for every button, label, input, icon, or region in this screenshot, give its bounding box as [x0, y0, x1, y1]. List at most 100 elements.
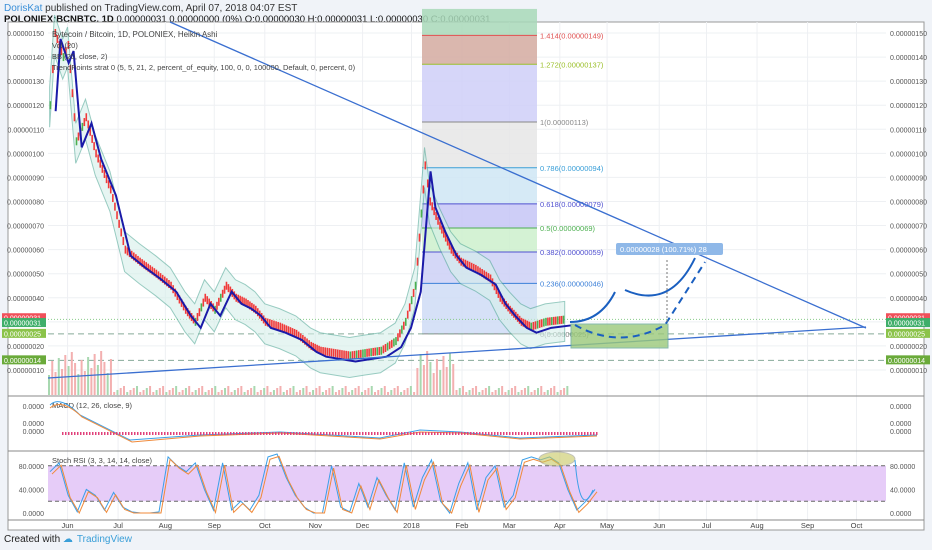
volume-bar: [357, 386, 360, 395]
volume-bar: [152, 392, 155, 395]
volume-bar: [188, 386, 191, 395]
volume-bar: [116, 390, 119, 395]
heikin-ashi-candle: [116, 211, 118, 220]
heikin-ashi-candle: [549, 317, 551, 326]
macd-histogram-bar: [461, 432, 463, 435]
macd-histogram-bar: [197, 432, 199, 435]
price-tick-left: 0.00000110: [8, 127, 45, 134]
volume-bar: [393, 388, 396, 395]
volume-bar: [507, 390, 510, 395]
heikin-ashi-candle: [431, 202, 433, 211]
macd-histogram-bar: [497, 432, 499, 435]
heikin-ashi-candle: [532, 321, 535, 330]
chart-canvas[interactable]: 0.00000150 0.00000150 0.00000140 0.00000140…: [0, 0, 932, 550]
tradingview-link[interactable]: TradingView: [77, 534, 132, 545]
volume-bar: [308, 392, 311, 395]
volume-bar: [77, 374, 80, 395]
heikin-ashi-candle: [543, 318, 545, 327]
heikin-ashi-candle: [271, 319, 273, 328]
macd-histogram-bar: [185, 432, 187, 435]
volume-bar: [318, 386, 321, 395]
macd-histogram-bar: [512, 432, 514, 435]
price-tick-left: 0.00000140: [7, 55, 44, 62]
heikin-ashi-candle: [418, 233, 421, 242]
volume-bar: [217, 392, 220, 395]
heikin-ashi-candle: [397, 333, 399, 342]
price-tick-right: 0.00000110: [890, 127, 927, 134]
fib-zone: [422, 122, 537, 168]
price-tick-left: 0.00000070: [7, 224, 44, 231]
macd-histogram-bar: [395, 432, 397, 435]
footer: Created with ☁ TradingView: [4, 534, 132, 545]
macd-histogram-bar: [332, 432, 334, 435]
macd-histogram-bar: [167, 432, 169, 435]
x-tick-label: Sep: [801, 521, 814, 530]
price-tick-left: 0.00000100: [7, 151, 44, 158]
macd-histogram-bar: [428, 432, 430, 435]
measure-label: 0.00000028 (100.71%) 28: [620, 245, 707, 254]
volume-bar: [132, 388, 135, 395]
chart-title: Bytecoin / Bitcoin, 1D, POLONIEX, Heikin…: [52, 30, 218, 39]
macd-histogram-bar: [212, 432, 214, 435]
macd-histogram-bar: [233, 432, 235, 435]
macd-histogram-bar: [200, 432, 202, 435]
heikin-ashi-candle: [95, 149, 97, 158]
macd-histogram-bar: [305, 432, 307, 435]
macd-histogram-bar: [71, 432, 73, 435]
macd-histogram-bar: [311, 432, 313, 435]
macd-histogram-bar: [464, 432, 466, 435]
macd-histogram-bar: [347, 432, 349, 435]
macd-histogram-bar: [98, 432, 100, 435]
macd-histogram-bar: [149, 432, 151, 435]
fib-level-label: 1(0.00000113): [540, 118, 589, 127]
heikin-ashi-candle: [556, 316, 559, 325]
volume-bar: [122, 386, 125, 395]
macd-histogram-bar: [521, 432, 523, 435]
macd-histogram-bar: [548, 432, 550, 435]
heikin-ashi-candle: [399, 329, 401, 338]
heikin-ashi-candle: [112, 194, 114, 203]
heikin-ashi-candle: [97, 154, 99, 163]
volume-bar: [462, 386, 465, 395]
heikin-ashi-candle: [401, 325, 403, 334]
macd-histogram-bar: [353, 432, 355, 435]
price-badge-label: 0.00000014: [4, 358, 41, 365]
macd-histogram-bar: [131, 432, 133, 435]
heikin-ashi-candle: [349, 351, 352, 360]
volume-bar: [240, 386, 243, 395]
heikin-ashi-candle: [124, 245, 127, 254]
volume-bar: [409, 386, 412, 395]
heikin-ashi-candle: [362, 349, 364, 358]
macd-histogram-bar: [590, 432, 592, 435]
overbought-highlight: [538, 451, 576, 467]
x-tick-label: Jul: [702, 521, 712, 530]
volume-bar: [211, 388, 213, 395]
macd-histogram-bar: [245, 432, 247, 435]
volume-bar: [259, 390, 262, 395]
volume-bar: [517, 392, 520, 395]
volume-bar: [442, 356, 445, 395]
macd-histogram-bar: [161, 432, 163, 435]
heikin-ashi-candle: [370, 348, 372, 357]
heikin-ashi-candle: [351, 351, 354, 360]
macd-scale-right: 0.0000: [890, 421, 912, 428]
macd-histogram-bar: [440, 432, 442, 435]
macd-histogram-bar: [374, 432, 376, 435]
volume-bar: [295, 392, 298, 395]
heikin-ashi-candle: [551, 317, 553, 326]
macd-histogram-bar: [206, 432, 208, 435]
heikin-ashi-candle: [420, 209, 423, 218]
macd-histogram-bar: [503, 432, 505, 435]
volume-bar: [338, 390, 341, 395]
macd-histogram-bar: [173, 432, 175, 435]
volume-bar: [426, 351, 429, 395]
fib-level-label: 0.236(0.00000046): [540, 279, 604, 288]
macd-histogram-bar: [248, 432, 250, 435]
x-tick-label: Oct: [851, 521, 864, 530]
heikin-ashi-candle: [223, 285, 226, 294]
macd-histogram-bar: [281, 432, 283, 435]
macd-histogram-bar: [314, 432, 316, 435]
macd-histogram-bar: [116, 432, 118, 435]
macd-histogram-bar: [566, 432, 568, 435]
macd-histogram-bar: [191, 432, 193, 435]
